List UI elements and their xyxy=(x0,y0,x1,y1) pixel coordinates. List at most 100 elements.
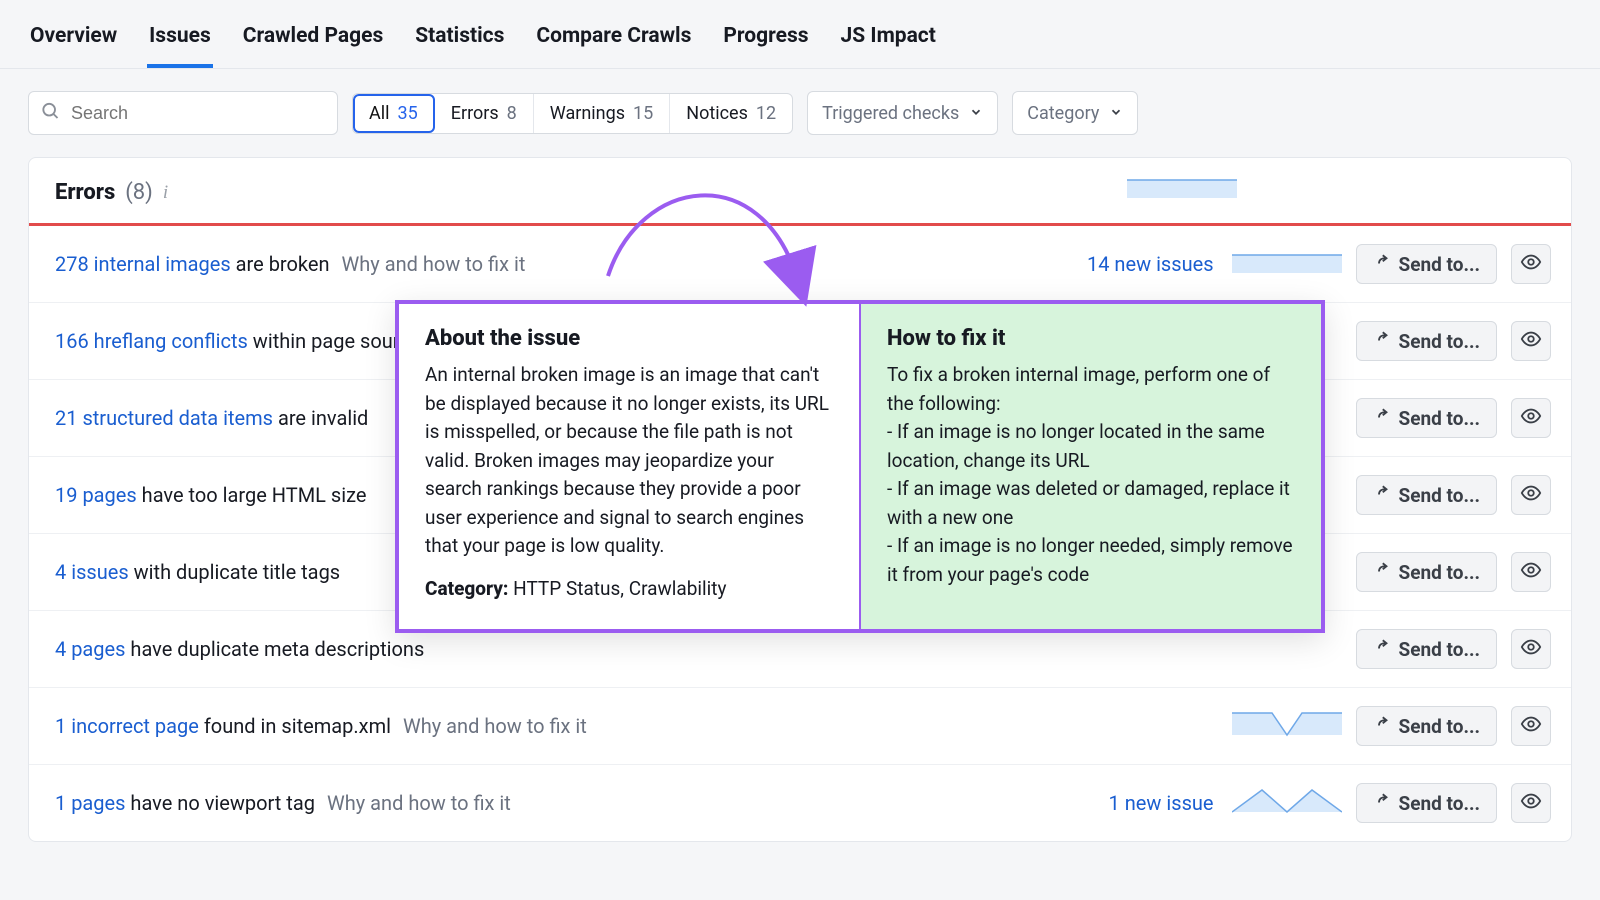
why-fix-link[interactable]: Why and how to fix it xyxy=(403,714,587,738)
filter-all-count: 35 xyxy=(398,103,418,124)
filter-notices[interactable]: Notices 12 xyxy=(670,94,792,133)
filter-all-label: All xyxy=(369,103,390,124)
send-to-label: Send to... xyxy=(1399,407,1480,430)
howto-body: To fix a broken internal image, perform … xyxy=(887,361,1295,589)
hide-issue-button[interactable] xyxy=(1511,321,1551,361)
issue-link[interactable]: 1 pages xyxy=(55,791,125,815)
main-tabs: Overview Issues Crawled Pages Statistics… xyxy=(0,0,1600,69)
tab-compare-crawls[interactable]: Compare Crawls xyxy=(534,18,693,68)
send-to-button[interactable]: Send to... xyxy=(1356,321,1497,361)
filter-errors[interactable]: Errors 8 xyxy=(435,94,534,133)
why-fix-link[interactable]: Why and how to fix it xyxy=(327,791,511,815)
filter-notices-label: Notices xyxy=(686,103,748,124)
issue-row: 278 internal images are broken Why and ho… xyxy=(29,226,1571,303)
hide-issue-button[interactable] xyxy=(1511,552,1551,592)
issue-suffix: have duplicate meta descriptions xyxy=(125,637,424,661)
share-arrow-icon xyxy=(1373,638,1391,661)
issue-link[interactable]: 1 incorrect page xyxy=(55,714,199,738)
send-to-button[interactable]: Send to... xyxy=(1356,783,1497,823)
hide-issue-button[interactable] xyxy=(1511,783,1551,823)
share-arrow-icon xyxy=(1373,253,1391,276)
new-issues-badge[interactable]: 1 new issue xyxy=(1109,791,1214,815)
issue-text: 278 internal images are broken Why and ho… xyxy=(55,252,1073,276)
category-label: Category xyxy=(1027,103,1099,124)
howto-title: How to fix it xyxy=(887,326,1295,351)
eye-icon xyxy=(1520,405,1542,432)
tab-js-impact[interactable]: JS Impact xyxy=(839,18,938,68)
category-label: Category: xyxy=(425,577,508,600)
send-to-button[interactable]: Send to... xyxy=(1356,398,1497,438)
category-dropdown[interactable]: Category xyxy=(1012,91,1138,135)
hide-issue-button[interactable] xyxy=(1511,706,1551,746)
send-to-label: Send to... xyxy=(1399,330,1480,353)
about-column: About the issue An internal broken image… xyxy=(399,304,859,629)
eye-icon xyxy=(1520,251,1542,278)
issue-link[interactable]: 19 pages xyxy=(55,483,137,507)
send-to-button[interactable]: Send to... xyxy=(1356,629,1497,669)
send-to-button[interactable]: Send to... xyxy=(1356,706,1497,746)
about-title: About the issue xyxy=(425,326,833,351)
send-to-label: Send to... xyxy=(1399,253,1480,276)
issue-link[interactable]: 21 structured data items xyxy=(55,406,273,430)
chevron-down-icon xyxy=(1109,103,1123,124)
issue-suffix: are broken xyxy=(231,252,330,276)
share-arrow-icon xyxy=(1373,561,1391,584)
send-to-label: Send to... xyxy=(1399,561,1480,584)
tab-statistics[interactable]: Statistics xyxy=(413,18,506,68)
why-fix-popover: About the issue An internal broken image… xyxy=(395,300,1325,633)
hide-issue-button[interactable] xyxy=(1511,398,1551,438)
send-to-label: Send to... xyxy=(1399,715,1480,738)
issue-text: 4 pages have duplicate meta descriptions xyxy=(55,637,1218,661)
search-field-wrap xyxy=(28,91,338,135)
chevron-down-icon xyxy=(969,103,983,124)
eye-icon xyxy=(1520,559,1542,586)
category-value: HTTP Status, Crawlability xyxy=(508,577,726,600)
share-arrow-icon xyxy=(1373,407,1391,430)
severity-segment: All 35 Errors 8 Warnings 15 Notices 12 xyxy=(352,93,793,134)
info-icon[interactable]: i xyxy=(163,182,168,204)
issue-row: 1 pages have no viewport tagWhy and how … xyxy=(29,765,1571,841)
hide-issue-button[interactable] xyxy=(1511,244,1551,284)
why-fix-link[interactable]: Why and how to fix it xyxy=(342,252,526,276)
issue-link[interactable]: 166 hreflang conflicts xyxy=(55,329,248,353)
share-arrow-icon xyxy=(1373,792,1391,815)
tab-overview[interactable]: Overview xyxy=(28,18,119,68)
issue-text: 1 pages have no viewport tagWhy and how … xyxy=(55,791,1095,815)
filter-errors-label: Errors xyxy=(451,103,499,124)
issue-text: 1 incorrect page found in sitemap.xml Why… xyxy=(55,714,1218,738)
issue-link[interactable]: 278 internal images xyxy=(55,252,231,276)
about-body: An internal broken image is an image tha… xyxy=(425,361,833,561)
send-to-button[interactable]: Send to... xyxy=(1356,475,1497,515)
tab-progress[interactable]: Progress xyxy=(721,18,810,68)
send-to-button[interactable]: Send to... xyxy=(1356,244,1497,284)
new-issues-badge[interactable]: 14 new issues xyxy=(1087,252,1214,276)
search-input[interactable] xyxy=(28,91,338,135)
issue-suffix: found in sitemap.xml xyxy=(199,714,391,738)
tab-crawled-pages[interactable]: Crawled Pages xyxy=(241,18,385,68)
issue-link[interactable]: 4 issues xyxy=(55,560,129,584)
send-to-button[interactable]: Send to... xyxy=(1356,552,1497,592)
issue-suffix: with duplicate title tags xyxy=(129,560,340,584)
eye-icon xyxy=(1520,636,1542,663)
filter-warnings[interactable]: Warnings 15 xyxy=(534,94,670,133)
filter-warnings-label: Warnings xyxy=(550,103,625,124)
hide-issue-button[interactable] xyxy=(1511,475,1551,515)
share-arrow-icon xyxy=(1373,484,1391,507)
tab-issues[interactable]: Issues xyxy=(147,18,213,68)
issue-link[interactable]: 4 pages xyxy=(55,637,125,661)
filter-all[interactable]: All 35 xyxy=(353,94,435,133)
filter-notices-count: 12 xyxy=(756,103,776,124)
issue-suffix: are invalid xyxy=(273,406,368,430)
trend-sparkline xyxy=(1232,784,1342,818)
about-category: Category: HTTP Status, Crawlability xyxy=(425,575,833,604)
share-arrow-icon xyxy=(1373,330,1391,353)
eye-icon xyxy=(1520,790,1542,817)
errors-title: Errors xyxy=(55,180,115,205)
filter-errors-count: 8 xyxy=(507,103,517,124)
eye-icon xyxy=(1520,713,1542,740)
triggered-checks-dropdown[interactable]: Triggered checks xyxy=(807,91,998,135)
trend-sparkline xyxy=(1232,707,1342,741)
header-sparkline xyxy=(1127,172,1237,206)
hide-issue-button[interactable] xyxy=(1511,629,1551,669)
trend-sparkline xyxy=(1232,245,1342,279)
